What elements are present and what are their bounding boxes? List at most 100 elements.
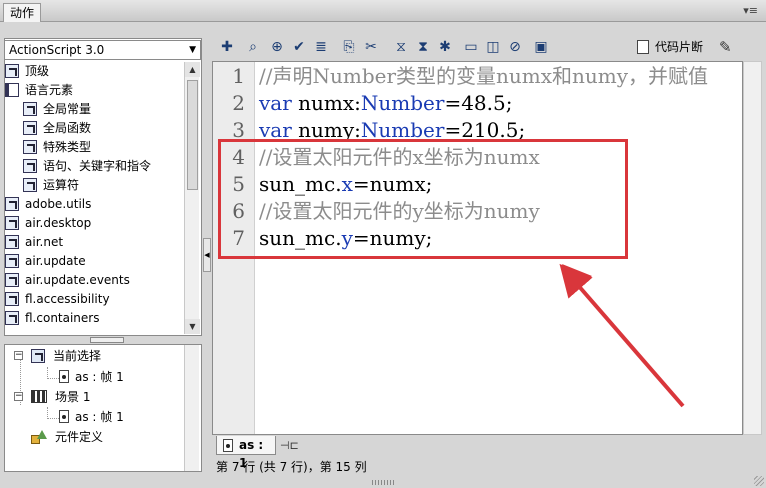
expand-all-icon[interactable]: ✱ xyxy=(436,38,454,56)
collapse-toolbox-icon[interactable]: ◀ xyxy=(203,238,211,272)
line-code: var numx:Number=48.5; xyxy=(259,90,512,117)
target-path-icon[interactable]: ⊕ xyxy=(268,38,286,56)
package-icon xyxy=(23,102,37,116)
find-icon[interactable]: ⌕ xyxy=(244,38,262,56)
panel-titlebar: 动作 ▾≡ xyxy=(0,0,766,22)
tree-current-frame[interactable]: as : 帧 1 xyxy=(59,369,124,385)
debug-options-icon[interactable]: ✂ xyxy=(362,38,380,56)
remove-comment-icon[interactable]: ⊘ xyxy=(506,38,524,56)
scroll-down-icon[interactable]: ▼ xyxy=(185,319,200,334)
frame-script-icon xyxy=(59,410,69,423)
code-snippets-button[interactable]: 代码片断 xyxy=(637,38,703,56)
tree-current-selection[interactable]: 当前选择 xyxy=(31,348,101,364)
script-navigator: − 当前选择 as : 帧 1 − 场景 1 as : 帧 1 元件定义 xyxy=(4,344,202,472)
code-token: var xyxy=(259,91,299,115)
package-icon xyxy=(5,235,19,249)
add-statement-icon[interactable]: ✚ xyxy=(218,38,236,56)
scroll-up-icon[interactable]: ▲ xyxy=(185,62,200,77)
version-select-value: ActionScript 3.0 xyxy=(9,43,105,57)
symbol-shapes-icon xyxy=(31,430,47,444)
library-item-label: air.desktop xyxy=(25,216,92,230)
library-item[interactable]: 运算符 xyxy=(5,176,185,195)
library-item[interactable]: fl.accessibility xyxy=(5,290,185,309)
collapse-toggle[interactable]: − xyxy=(14,351,23,360)
resize-corner-icon[interactable] xyxy=(754,476,764,486)
library-item-label: 运算符 xyxy=(43,178,80,192)
tree-scene[interactable]: 场景 1 xyxy=(31,389,90,405)
collapse-toggle[interactable]: − xyxy=(14,392,23,401)
package-icon xyxy=(23,178,37,192)
check-syntax-icon[interactable]: ✔ xyxy=(290,38,308,56)
script-tabs: as : 1 ⊣⊏ xyxy=(212,436,764,470)
library-item-label: 顶级 xyxy=(25,64,50,78)
package-icon xyxy=(5,273,19,287)
library-item-label: 语言元素 xyxy=(25,83,74,97)
apply-line-comment-icon[interactable]: ◫ xyxy=(484,38,502,56)
navigator-scrollbar[interactable] xyxy=(184,345,199,471)
library-item[interactable]: 顶级 xyxy=(5,62,185,81)
panel-menu-icon[interactable]: ▾≡ xyxy=(743,2,758,20)
code-hint-icon[interactable]: ⎘ xyxy=(340,38,358,56)
package-icon xyxy=(23,159,37,173)
package-icon xyxy=(5,292,19,306)
code-snippets-icon xyxy=(637,40,649,54)
library-item-label: 全局函数 xyxy=(43,121,92,135)
library-item-label: air.net xyxy=(25,235,64,249)
library-item[interactable]: 全局常量 xyxy=(5,100,185,119)
line-code: //声明Number类型的变量numx和numy，并赋值 xyxy=(259,63,708,90)
package-icon xyxy=(23,140,37,154)
scene-clapper-icon xyxy=(31,390,47,403)
line-number: 2 xyxy=(232,91,245,115)
chevron-down-icon: ▼ xyxy=(189,45,196,55)
library-item-label: adobe.utils xyxy=(25,197,92,211)
library-item-label: air.update.events xyxy=(25,273,130,287)
line-number: 1 xyxy=(232,64,245,88)
package-icon xyxy=(5,254,19,268)
library-item-label: 全局常量 xyxy=(43,102,92,116)
library-item-label: fl.containers xyxy=(25,311,100,325)
status-bar: 第 7 行 (共 7 行)，第 15 列 xyxy=(216,460,367,474)
library-item-label: 语句、关键字和指令 xyxy=(43,159,152,173)
library-item[interactable]: air.update xyxy=(5,252,185,271)
library-item[interactable]: air.update.events xyxy=(5,271,185,290)
tree-symbol-definitions[interactable]: 元件定义 xyxy=(31,429,103,445)
package-icon xyxy=(5,311,19,325)
highlight-annotation-box xyxy=(218,139,628,259)
auto-format-icon[interactable]: ≣ xyxy=(312,38,330,56)
library-list: 顶级语言元素全局常量全局函数特殊类型语句、关键字和指令 运算符 adobe.util… xyxy=(5,62,185,334)
resize-grip[interactable] xyxy=(372,480,394,485)
book-icon xyxy=(5,83,19,97)
library-item[interactable]: 全局函数 xyxy=(5,119,185,138)
script-assist-icon[interactable]: ✎ xyxy=(719,38,732,56)
library-scrollbar[interactable]: ▲ ▼ xyxy=(184,62,200,334)
apply-block-comment-icon[interactable]: ▭ xyxy=(462,38,480,56)
library-item[interactable]: air.net xyxy=(5,233,185,252)
panel-splitter[interactable] xyxy=(4,336,202,344)
package-icon xyxy=(5,64,19,78)
tab-script-as-1[interactable]: as : 1 xyxy=(216,436,276,470)
code-token: //声明Number类型的变量numx和numy，并赋值 xyxy=(259,64,709,88)
package-icon xyxy=(23,121,37,135)
editor-scrollbar[interactable] xyxy=(743,61,762,435)
library-item[interactable]: 特殊类型 xyxy=(5,138,185,157)
tab-actions[interactable]: 动作 xyxy=(3,3,41,22)
tree-scene-frame[interactable]: as : 帧 1 xyxy=(59,409,124,425)
library-item[interactable]: fl.containers xyxy=(5,309,185,328)
splitter-grip[interactable] xyxy=(90,337,124,343)
package-icon xyxy=(5,197,19,211)
library-item[interactable]: adobe.utils xyxy=(5,195,185,214)
frame-script-icon xyxy=(223,439,233,452)
library-item[interactable]: 语句、关键字和指令 xyxy=(5,157,185,176)
scroll-thumb[interactable] xyxy=(187,80,198,190)
show-hide-toolbox-icon[interactable]: ▣ xyxy=(532,38,550,56)
pin-script-icon[interactable]: ⊣⊏ xyxy=(280,439,299,452)
frame-script-icon xyxy=(59,370,69,383)
code-token: numx: xyxy=(298,91,361,115)
code-token: =48.5; xyxy=(444,91,513,115)
code-token: Number xyxy=(360,91,445,115)
version-select[interactable]: ActionScript 3.0 ▼ xyxy=(4,40,201,60)
library-item[interactable]: 语言元素 xyxy=(5,81,185,100)
library-item[interactable]: air.desktop xyxy=(5,214,185,233)
collapse-selection-icon[interactable]: ⧗ xyxy=(414,38,432,56)
collapse-between-braces-icon[interactable]: ⧖ xyxy=(392,38,410,56)
